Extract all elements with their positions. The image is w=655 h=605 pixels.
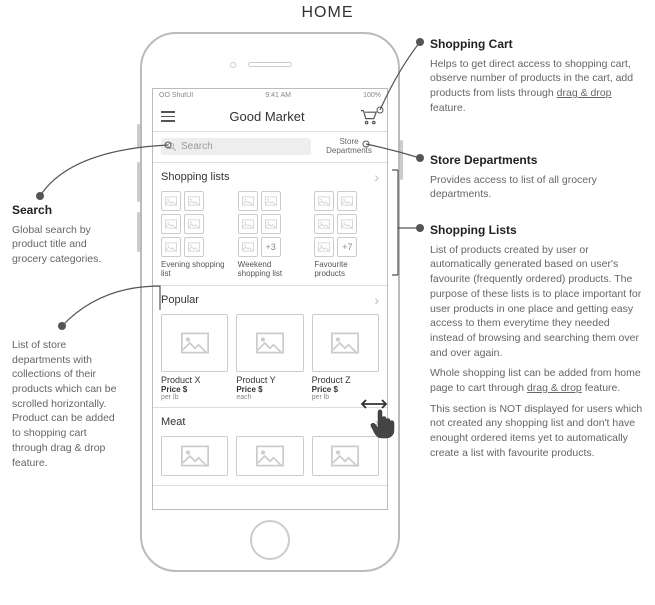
status-bar: OO ShutUI 9:41 AM 100% xyxy=(153,89,387,102)
annotation-shopping-lists: Shopping Lists List of products created … xyxy=(430,222,645,466)
image-icon xyxy=(261,191,281,211)
image-icon xyxy=(238,191,258,211)
product-card[interactable] xyxy=(312,436,379,479)
product-price: Price $ xyxy=(161,385,228,394)
annotation-title: Store Departments xyxy=(430,152,640,169)
popular-section: Popular › Product X Price $ per lb Produ… xyxy=(153,286,387,408)
image-icon xyxy=(236,314,303,372)
drag-gesture-icon xyxy=(358,390,408,440)
product-name: Product Z xyxy=(312,375,379,385)
annotation-title: Shopping Lists xyxy=(430,222,645,239)
chevron-right-icon: › xyxy=(374,169,379,185)
image-icon xyxy=(236,436,303,476)
list-label: Favourite products xyxy=(314,260,379,279)
image-icon xyxy=(314,214,334,234)
annotation-body: List of store departments with collectio… xyxy=(12,338,122,470)
list-label: Evening shopping list xyxy=(161,260,226,279)
shopping-list-item[interactable]: +7 Favourite products xyxy=(314,191,379,279)
annotation-body: Helps to get direct access to shopping c… xyxy=(430,57,640,116)
annotation-departments: List of store departments with collectio… xyxy=(12,338,122,476)
section-title: Shopping lists xyxy=(161,171,230,183)
section-header[interactable]: Meat › xyxy=(153,408,387,436)
annotation-title: Search xyxy=(12,202,122,219)
store-departments-link[interactable]: Store Departments xyxy=(319,138,379,156)
product-card[interactable]: Product Y Price $ each xyxy=(236,314,303,401)
image-icon xyxy=(261,214,281,234)
annotation-body: This section is NOT displayed for users … xyxy=(430,402,645,461)
section-header[interactable]: Popular › xyxy=(153,286,387,314)
image-icon xyxy=(184,214,204,234)
section-title: Popular xyxy=(161,294,199,306)
product-card[interactable]: Product Z Price $ per lb xyxy=(312,314,379,401)
image-icon xyxy=(161,314,228,372)
speaker-icon xyxy=(248,62,292,67)
image-icon xyxy=(161,191,181,211)
list-label: Weekend shopping list xyxy=(238,260,303,279)
product-card[interactable] xyxy=(236,436,303,479)
status-time: 9:41 AM xyxy=(265,92,291,99)
image-icon xyxy=(161,436,228,476)
image-icon xyxy=(314,191,334,211)
annotation-body: Provides access to list of all grocery d… xyxy=(430,173,640,202)
product-card[interactable]: Product X Price $ per lb xyxy=(161,314,228,401)
home-button[interactable] xyxy=(250,520,290,560)
annotation-search: Search Global search by product title an… xyxy=(12,202,122,273)
annotation-body: Whole shopping list can be added from ho… xyxy=(430,366,645,395)
app-title: Good Market xyxy=(229,109,304,124)
annotation-title: Shopping Cart xyxy=(430,36,640,53)
more-count-badge: +7 xyxy=(337,237,357,257)
annotation-body: List of products created by user or auto… xyxy=(430,243,645,361)
side-button xyxy=(400,140,403,180)
status-battery: 100% xyxy=(363,92,381,99)
section-header[interactable]: Shopping lists › xyxy=(153,163,387,191)
image-icon xyxy=(312,314,379,372)
chevron-right-icon: › xyxy=(374,292,379,308)
side-button xyxy=(137,162,140,202)
nav-bar: Good Market xyxy=(153,102,387,132)
image-icon xyxy=(161,214,181,234)
camera-icon xyxy=(230,62,236,68)
menu-icon[interactable] xyxy=(161,111,175,122)
product-card[interactable] xyxy=(161,436,228,479)
shopping-lists-section: Shopping lists › Evening shopping xyxy=(153,163,387,286)
status-carrier: OO ShutUI xyxy=(159,92,193,99)
side-button xyxy=(137,212,140,252)
shopping-list-item[interactable]: Evening shopping list xyxy=(161,191,226,279)
image-icon xyxy=(337,191,357,211)
image-icon xyxy=(238,214,258,234)
section-title: Meat xyxy=(161,416,185,428)
image-icon xyxy=(184,191,204,211)
product-name: Product Y xyxy=(236,375,303,385)
image-icon xyxy=(161,237,181,257)
image-icon xyxy=(238,237,258,257)
image-icon xyxy=(337,214,357,234)
search-placeholder: Search xyxy=(181,141,213,152)
product-unit: each xyxy=(236,394,303,401)
image-icon xyxy=(184,237,204,257)
more-count-badge: +3 xyxy=(261,237,281,257)
side-button xyxy=(137,124,140,148)
annotation-store-dept: Store Departments Provides access to lis… xyxy=(430,152,640,208)
cart-icon[interactable] xyxy=(359,109,379,125)
annotation-cart: Shopping Cart Helps to get direct access… xyxy=(430,36,640,122)
annotation-body: Global search by product title and groce… xyxy=(12,223,122,267)
search-input[interactable]: Search xyxy=(161,138,311,155)
page-title: HOME xyxy=(0,4,655,22)
product-unit: per lb xyxy=(161,394,228,401)
image-icon xyxy=(314,237,334,257)
image-icon xyxy=(312,436,379,476)
shopping-list-item[interactable]: +3 Weekend shopping list xyxy=(238,191,303,279)
search-row: Search Store Departments xyxy=(153,132,387,163)
meat-section: Meat › xyxy=(153,408,387,486)
screen: OO ShutUI 9:41 AM 100% Good Market Searc… xyxy=(152,88,388,510)
phone-frame: OO ShutUI 9:41 AM 100% Good Market Searc… xyxy=(140,32,400,572)
product-name: Product X xyxy=(161,375,228,385)
product-price: Price $ xyxy=(236,385,303,394)
